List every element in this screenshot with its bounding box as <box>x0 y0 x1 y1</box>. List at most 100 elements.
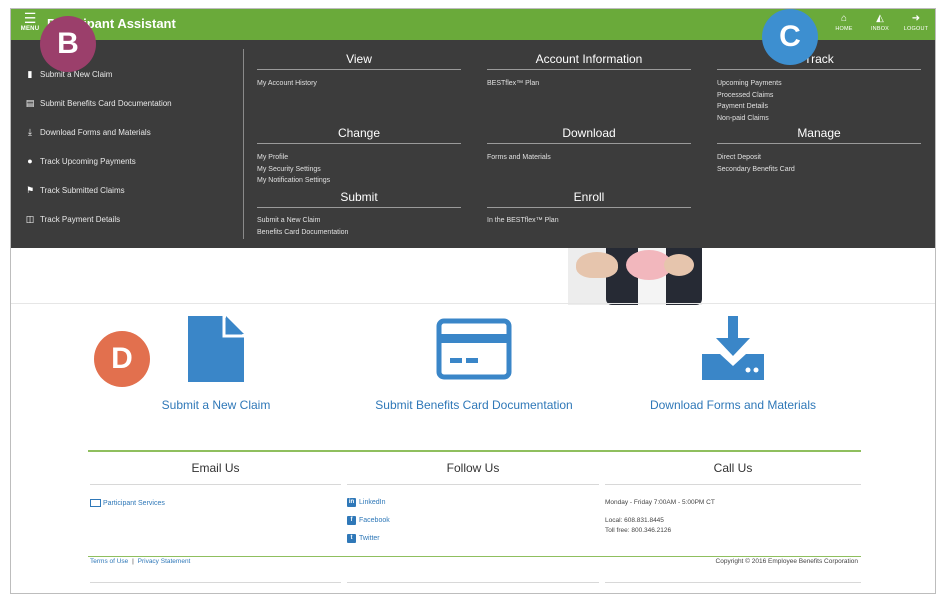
twitter-label: Twitter <box>359 535 380 542</box>
nav-logout[interactable]: ➜ LOGOUT <box>901 12 931 33</box>
menu-link[interactable]: My Notification Settings <box>257 175 330 187</box>
envelope-icon <box>90 499 101 507</box>
menu-heading-account-info: Account Information <box>487 52 691 70</box>
terms-of-use-link[interactable]: Terms of Use <box>90 558 128 565</box>
menu-link[interactable]: Processed Claims <box>717 90 782 102</box>
participant-services-link[interactable]: Participant Services <box>90 499 165 507</box>
legal-links: Terms of Use | Privacy Statement <box>90 558 190 565</box>
action-submit-claim[interactable]: Submit a New Claim <box>131 314 301 412</box>
menu-link[interactable]: My Profile <box>257 152 330 164</box>
menu-links-account-info: BESTflex™ Plan <box>487 78 539 90</box>
menu-divider <box>243 49 244 239</box>
action-submit-card-docs[interactable]: Submit Benefits Card Documentation <box>364 314 584 412</box>
menu-button[interactable]: ☰ MENU <box>17 11 43 38</box>
footer-top-rule <box>88 450 861 452</box>
footer-bottom-rule <box>88 556 861 557</box>
nav-home-label: HOME <box>835 26 853 32</box>
local-phone: Local: 608.831.8445 <box>605 517 664 524</box>
menu-link[interactable]: Direct Deposit <box>717 152 795 164</box>
menu-links-download: Forms and Materials <box>487 152 551 164</box>
action-label: Submit Benefits Card Documentation <box>375 398 573 412</box>
footer-heading-follow: Follow Us <box>446 461 500 475</box>
card-icon: ▤ <box>25 97 35 108</box>
side-menu: ▮ Submit a New Claim ▤ Submit Benefits C… <box>11 40 243 248</box>
side-item-label: Track Upcoming Payments <box>40 156 136 166</box>
menu-heading-manage: Manage <box>717 126 921 144</box>
footer-column-rule <box>90 582 341 583</box>
side-item-track-upcoming[interactable]: ● Track Upcoming Payments <box>23 154 136 168</box>
menu-heading-download: Download <box>487 126 691 144</box>
nav-logout-label: LOGOUT <box>903 26 929 32</box>
menu-link[interactable]: Payment Details <box>717 101 782 113</box>
tollfree-phone: Toll free: 800.346.2126 <box>605 527 672 534</box>
menu-link[interactable]: Non-paid Claims <box>717 113 782 125</box>
side-item-label: Track Payment Details <box>40 214 121 224</box>
footer-column-rule <box>347 484 599 485</box>
menu-heading-track: Track <box>717 52 921 70</box>
participant-services-label: Participant Services <box>103 499 165 507</box>
card-icon <box>436 318 512 380</box>
menu-heading-change: Change <box>257 126 461 144</box>
menu-link[interactable]: BESTflex™ Plan <box>487 78 539 90</box>
menu-heading-view: View <box>257 52 461 70</box>
app-window: ☰ MENU Participant Assistant ⌂ HOME ◭ IN… <box>10 8 936 594</box>
menu-heading-enroll: Enroll <box>487 190 691 208</box>
copyright-text: Copyright © 2016 Employee Benefits Corpo… <box>715 558 858 565</box>
hamburger-icon: ☰ <box>23 10 37 26</box>
menu-links-change: My Profile My Security Settings My Notif… <box>257 152 330 187</box>
footer-column-rule <box>605 484 861 485</box>
side-item-submit-card-docs[interactable]: ▤ Submit Benefits Card Documentation <box>23 96 172 110</box>
menu-link[interactable]: Upcoming Payments <box>717 78 782 90</box>
side-item-track-claims[interactable]: ⚑ Track Submitted Claims <box>23 183 125 197</box>
menu-link[interactable]: My Security Settings <box>257 164 330 176</box>
menu-link[interactable]: Benefits Card Documentation <box>257 227 348 239</box>
footer-column-rule <box>347 582 599 583</box>
hero-image <box>568 248 702 305</box>
side-item-download-forms[interactable]: ⤓ Download Forms and Materials <box>23 125 151 139</box>
footer-heading-email: Email Us <box>191 461 240 475</box>
facebook-label: Facebook <box>359 517 390 524</box>
document-icon: ▮ <box>27 68 33 79</box>
twitter-icon: t <box>347 534 356 543</box>
footer-column-rule <box>605 582 861 583</box>
home-icon: ⌂ <box>840 13 848 24</box>
menu-link[interactable]: Secondary Benefits Card <box>717 164 795 176</box>
inbox-icon: ◭ <box>876 13 884 24</box>
section-divider <box>11 303 935 304</box>
menu-link[interactable]: In the BESTflex™ Plan <box>487 215 559 227</box>
side-item-track-payment-details[interactable]: ◫ Track Payment Details <box>23 212 120 226</box>
menu-links-manage: Direct Deposit Secondary Benefits Card <box>717 152 795 175</box>
menu-link[interactable]: Submit a New Claim <box>257 215 348 227</box>
menu-link[interactable]: My Account History <box>257 78 317 90</box>
menu-links-enroll: In the BESTflex™ Plan <box>487 215 559 227</box>
pin-icon: ● <box>27 156 33 166</box>
side-item-label: Download Forms and Materials <box>40 127 151 137</box>
linkedin-label: LinkedIn <box>359 499 386 506</box>
linkedin-link[interactable]: in LinkedIn <box>347 498 385 507</box>
menu-links-view: My Account History <box>257 78 317 90</box>
side-item-label: Track Submitted Claims <box>40 185 125 195</box>
privacy-statement-link[interactable]: Privacy Statement <box>138 558 191 565</box>
menu-links-submit: Submit a New Claim Benefits Card Documen… <box>257 215 348 238</box>
callout-badge-b: B <box>40 16 96 72</box>
document-icon <box>188 316 244 382</box>
menu-label: MENU <box>20 26 40 32</box>
logout-icon: ➜ <box>911 13 921 24</box>
facebook-icon: f <box>347 516 356 525</box>
nav-inbox[interactable]: ◭ INBOX <box>865 12 895 33</box>
menu-heading-submit: Submit <box>257 190 461 208</box>
book-icon: ◫ <box>25 213 35 224</box>
office-hours: Monday - Friday 7:00AM - 5:00PM CT <box>605 499 715 506</box>
action-download-forms[interactable]: Download Forms and Materials <box>638 314 828 412</box>
callout-badge-c: C <box>762 9 818 65</box>
facebook-link[interactable]: f Facebook <box>347 516 390 525</box>
download-icon: ⤓ <box>28 126 32 137</box>
side-item-label: Submit a New Claim <box>40 69 113 79</box>
action-label: Submit a New Claim <box>161 398 271 412</box>
top-nav: ⌂ HOME ◭ INBOX ➜ LOGOUT <box>829 12 931 33</box>
menu-link[interactable]: Forms and Materials <box>487 152 551 164</box>
linkedin-icon: in <box>347 498 356 507</box>
twitter-link[interactable]: t Twitter <box>347 534 380 543</box>
nav-home[interactable]: ⌂ HOME <box>829 12 859 33</box>
side-item-label: Submit Benefits Card Documentation <box>40 98 172 108</box>
